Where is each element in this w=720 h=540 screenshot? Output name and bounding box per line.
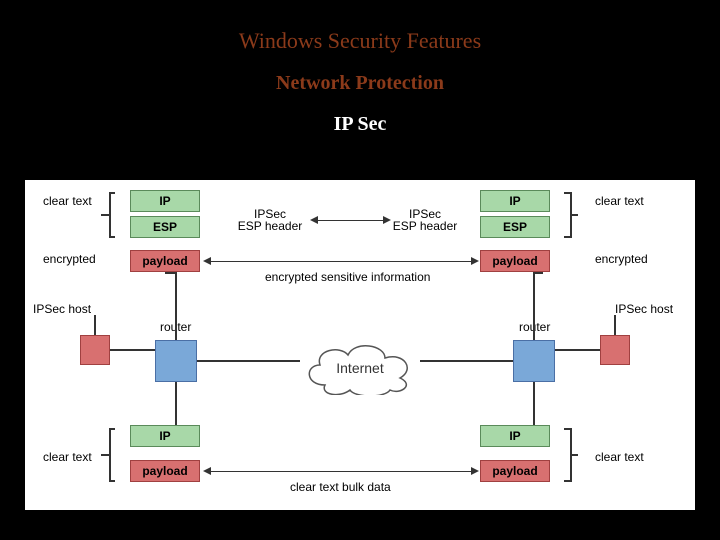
slide-subtitle: Network Protection [0,54,720,95]
slide-title: Windows Security Features [0,0,720,54]
box-payload-bot-right: payload [480,460,550,482]
label-clear-bot-right: clear text [595,450,644,464]
ipsec-host-right [600,335,630,365]
label-ipsechost-left: IPSec host [33,302,91,316]
label-bulk-data: clear text bulk data [290,480,391,494]
box-payload-top-right: payload [480,250,550,272]
box-ip-bot-right: IP [480,425,550,447]
label-clear-bot-left: clear text [43,450,92,464]
router-left [155,340,197,382]
box-ip-top-left: IP [130,190,200,212]
box-ip-top-right: IP [480,190,550,212]
box-esp-top-left: ESP [130,216,200,238]
ipsec-diagram: IP ESP payload IP ESP payload clear text… [25,180,695,510]
ipsec-host-left [80,335,110,365]
section-title: IP Sec [0,95,720,136]
label-clear-left: clear text [43,194,92,208]
label-ipsechost-right: IPSec host [615,302,673,316]
box-payload-bot-left: payload [130,460,200,482]
label-encrypted-left: encrypted [43,252,96,266]
label-encrypted-right: encrypted [595,252,648,266]
box-payload-top-left: payload [130,250,200,272]
box-esp-top-right: ESP [480,216,550,238]
internet-cloud: Internet [300,340,420,395]
label-ipsec-esp-right: IPSec ESP header [385,208,465,232]
label-encrypted-info: encrypted sensitive information [265,270,430,284]
label-clear-right: clear text [595,194,644,208]
box-ip-bot-left: IP [130,425,200,447]
label-ipsec-esp-left: IPSec ESP header [230,208,310,232]
router-right [513,340,555,382]
